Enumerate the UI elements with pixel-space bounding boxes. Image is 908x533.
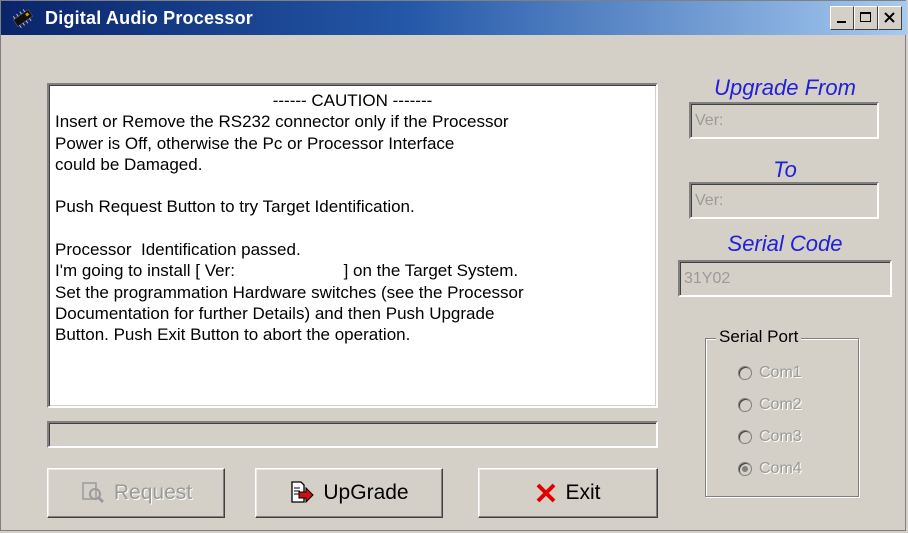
magnifier-icon [82,482,104,504]
message-line: Insert or Remove the RS232 connector onl… [55,112,509,132]
radio-com3[interactable]: Com3 [738,428,802,446]
minimize-icon [837,21,846,23]
upgrade-from-label: Upgrade From [714,75,856,100]
to-label: To [773,157,797,182]
radio-button [738,430,752,444]
message-line: Power is Off, otherwise the Pc or Proces… [55,133,455,153]
radio-com4[interactable]: Com4 [738,460,802,478]
upgrade-button[interactable]: UpGrade [255,468,443,518]
title-bar[interactable]: Digital Audio Processor [1,1,907,35]
message-line: Button. Push Exit Button to abort the op… [55,325,411,345]
radio-button-selected [738,462,752,476]
message-line [55,218,650,239]
radio-label: Com2 [759,396,802,413]
to-version-field: Ver: [689,182,879,219]
window-title: Digital Audio Processor [45,8,253,28]
radio-com1[interactable]: Com1 [738,364,802,382]
request-label: Request [113,481,193,504]
radio-button [738,398,752,412]
message-line: Processor Identification passed. [55,240,301,260]
app-window: Digital Audio Processor ------ CAUTION -… [0,0,907,531]
from-version-field: Ver: [689,102,879,139]
radio-label: Com3 [759,428,802,445]
message-line: Documentation for further Details) and t… [55,303,495,323]
message-line: could be Damaged. [55,154,203,174]
message-line: ------ CAUTION ------- [272,91,433,110]
request-button[interactable]: Request [47,468,225,518]
progress-bar [47,421,658,448]
exit-button[interactable]: Exit [478,468,658,518]
maximize-icon [860,12,871,22]
minimize-button[interactable] [830,6,854,30]
radio-label: Com1 [759,364,802,381]
close-icon [884,12,895,23]
close-button[interactable] [878,6,902,30]
message-line: Set the programmation Hardware switches … [55,282,524,302]
message-line [55,175,650,196]
message-line: Push Request Button to try Target Identi… [55,197,415,217]
serial-port-legend: Serial Port [716,327,802,347]
radio-com2[interactable]: Com2 [738,396,802,414]
chip-icon [12,9,34,29]
red-x-icon [537,483,556,503]
upgrade-label: UpGrade [323,481,409,504]
message-box: ------ CAUTION ------- Insert or Remove … [47,83,658,408]
serial-port-group: Serial Port Com1 Com2 Com3 Com4 [705,327,859,497]
radio-label: Com4 [759,460,802,477]
document-arrow-icon [291,481,315,504]
exit-label: Exit [565,481,601,504]
serial-code-field[interactable]: 31Y02 [678,260,892,297]
message-line: I'm going to install [ Ver: ] on the Tar… [55,261,519,281]
serial-code-label: Serial Code [727,231,843,256]
radio-button [738,366,752,380]
maximize-button[interactable] [854,6,878,30]
